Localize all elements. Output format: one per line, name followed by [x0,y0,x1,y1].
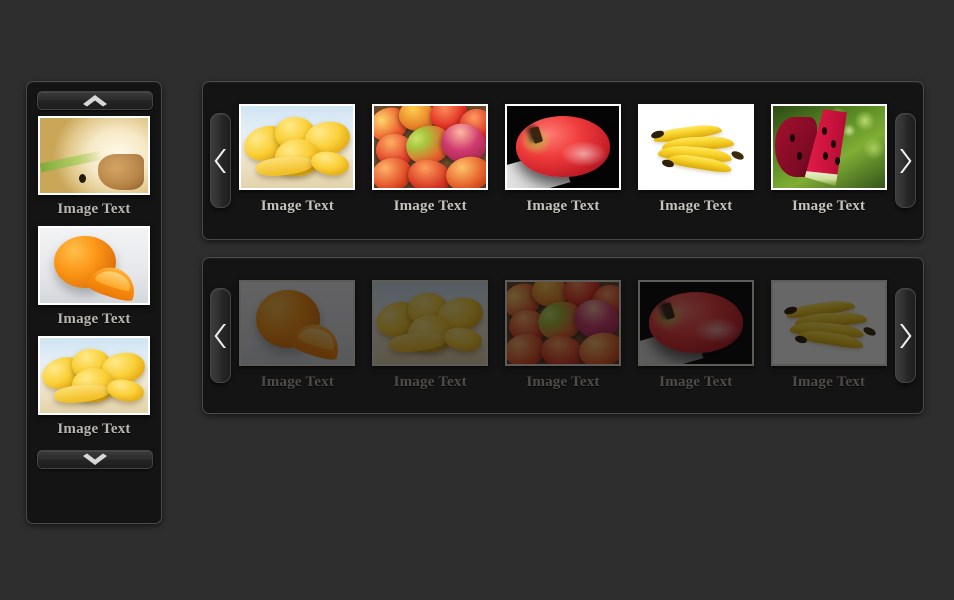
secondary-item-5-caption: Image Text [791,374,866,390]
featured-item-5[interactable]: Image Text [769,104,889,215]
yellow-mangoes-photo [241,106,354,188]
sidebar-thumbnail-image-3[interactable] [38,336,150,415]
featured-item-3[interactable]: Image Text [503,104,623,215]
secondary-row-item-list: Image Text Image Text Image Text Image T… [231,258,895,413]
orange-photo [40,228,148,303]
watermelon-photo [772,106,885,188]
bananas-photo [639,106,752,188]
chevron-up-icon [82,94,108,107]
mango-crate-photo [506,282,619,364]
secondary-item-3-caption: Image Text [526,374,600,390]
chevron-left-icon [214,148,227,174]
secondary-item-2[interactable]: Image Text [370,280,490,391]
featured-item-1[interactable]: Image Text [237,104,357,215]
sidebar-item-list: Image Text Image Text Image Text [37,116,151,446]
sidebar-thumbnail-item-2[interactable]: Image Text [36,226,152,333]
bananas-photo [772,282,885,364]
sidebar-thumbnail-item-1[interactable]: Image Text [36,116,152,223]
secondary-item-1-caption: Image Text [260,374,335,390]
chevron-left-icon [214,323,227,349]
sidebar-thumbnail-image-1[interactable] [38,116,150,195]
sidebar-thumbnail-caption-3: Image Text [57,421,131,437]
secondary-row-next-button[interactable] [895,288,916,383]
sidebar-scroll-down-button[interactable] [37,450,153,469]
featured-item-2-image[interactable] [372,104,489,190]
mango-crate-photo [374,106,487,188]
secondary-row-prev-button[interactable] [210,288,231,383]
yellow-mangoes-photo [40,338,148,413]
secondary-item-1-image[interactable] [239,280,356,366]
featured-item-5-caption: Image Text [791,198,866,214]
orange-photo [241,282,354,364]
gallery-stage: Image Text Image Text Image Text Image T… [0,0,954,600]
featured-item-1-image[interactable] [239,104,356,190]
sidebar-thumbnail-image-2[interactable] [38,226,150,305]
featured-row-next-button[interactable] [895,113,916,208]
featured-item-4-image[interactable] [637,104,754,190]
secondary-item-5-image[interactable] [770,280,887,366]
featured-item-5-image[interactable] [770,104,887,190]
featured-item-3-caption: Image Text [526,198,600,214]
featured-item-2[interactable]: Image Text [370,104,490,215]
featured-item-2-caption: Image Text [393,198,467,214]
chevron-right-icon [899,323,912,349]
featured-item-1-caption: Image Text [260,198,335,214]
yellow-mangoes-photo [374,282,487,364]
featured-row-item-list: Image Text Image Text Image Text Image T… [231,82,895,239]
sidebar-scroll-up-button[interactable] [37,91,153,110]
pear-photo [40,118,148,193]
secondary-item-4-image[interactable] [637,280,754,366]
secondary-item-5[interactable]: Image Text [769,280,889,391]
secondary-item-4-caption: Image Text [659,374,733,390]
vertical-thumbnail-carousel: Image Text Image Text Image Text [26,81,162,524]
sidebar-thumbnail-caption-2: Image Text [57,311,131,327]
secondary-item-1[interactable]: Image Text [237,280,357,391]
featured-item-4[interactable]: Image Text [636,104,756,215]
sidebar-thumbnail-item-3[interactable]: Image Text [36,336,152,443]
featured-item-3-image[interactable] [504,104,621,190]
featured-row-carousel: Image Text Image Text Image Text Image T… [202,81,924,240]
secondary-item-3-image[interactable] [504,280,621,366]
secondary-row-carousel: Image Text Image Text Image Text Image T… [202,257,924,414]
red-apple-photo [506,106,619,188]
secondary-item-2-image[interactable] [372,280,489,366]
secondary-item-2-caption: Image Text [393,374,467,390]
secondary-item-3[interactable]: Image Text [503,280,623,391]
featured-item-4-caption: Image Text [659,198,733,214]
sidebar-thumbnail-caption-1: Image Text [57,201,131,217]
featured-row-prev-button[interactable] [210,113,231,208]
chevron-right-icon [899,148,912,174]
secondary-item-4[interactable]: Image Text [636,280,756,391]
red-apple-photo [639,282,752,364]
chevron-down-icon [82,453,108,466]
